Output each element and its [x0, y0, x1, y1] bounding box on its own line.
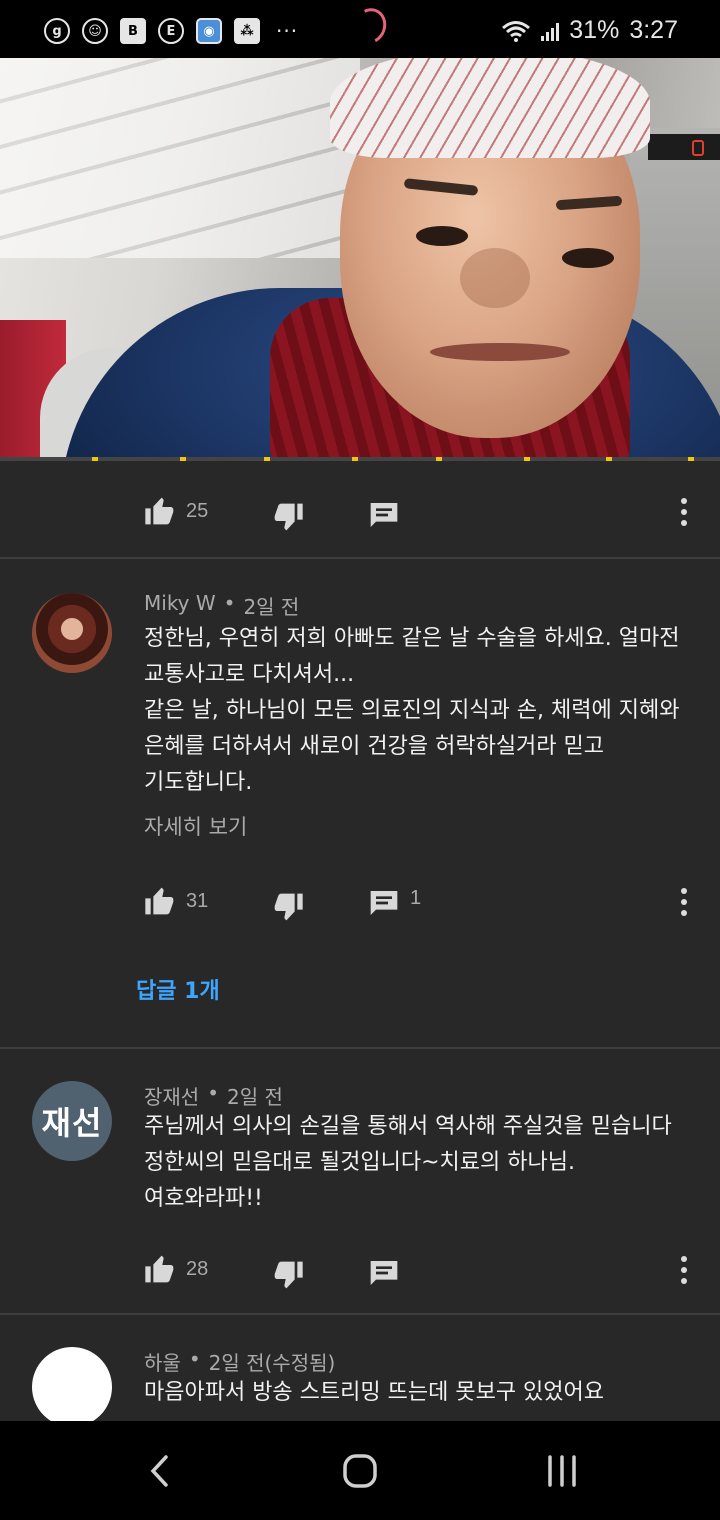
- dislike-button[interactable]: [272, 1259, 304, 1291]
- back-button[interactable]: [130, 1448, 190, 1494]
- avatar[interactable]: [32, 593, 112, 673]
- comment-icon: [370, 503, 398, 527]
- comment-text: 마음아파서 방송 스트리밍 뜨는데 못보구 있었어요: [144, 1375, 704, 1411]
- comment-thread: Miky W • 2일 전 정한님, 우연히 저희 아빠도 같은 날 수술을 하…: [0, 559, 720, 1047]
- comment-line: 정한씨의 믿음대로 될것입니다~치료의 하나님.: [144, 1150, 575, 1175]
- comment-thread: 재선 장재선 • 2일 전 주님께서 의사의 손길을 통해서 역사해 주실것을 …: [0, 1049, 720, 1313]
- status-bar: g ☺ B E ◉ ⁂ ··· 31% 3:27: [0, 0, 720, 58]
- comment-line: 교통사고로 다치셔서...: [144, 662, 355, 687]
- comment-time: 2일 전: [243, 595, 300, 619]
- comment-meta: Miky W • 2일 전: [144, 591, 299, 620]
- comment-line: 같은 날, 하나님이 모든 의료진의 지식과 손, 체력에 지혜와: [144, 698, 680, 723]
- wifi-icon: [502, 20, 531, 42]
- comment-actions: 25: [0, 487, 720, 537]
- comment-line: 은혜를 더하셔서 새로이 건강을 허락하실거라 믿고: [144, 734, 605, 759]
- comment-meta: 장재선 • 2일 전: [144, 1081, 283, 1110]
- dislike-button[interactable]: [272, 891, 304, 923]
- reply-count: 1: [410, 886, 422, 909]
- game-icon: ⁂: [234, 18, 260, 44]
- b-icon: B: [120, 18, 146, 44]
- reply-button[interactable]: 1: [368, 887, 421, 919]
- like-count: 25: [186, 499, 209, 522]
- comment-actions: 28: [0, 1245, 720, 1295]
- separator: •: [207, 1081, 219, 1105]
- video-player[interactable]: [0, 58, 720, 460]
- thumbs-up-icon: [145, 1255, 174, 1283]
- comment-actions: 31 1: [0, 877, 720, 927]
- comment-time: 2일 전(수정됨): [208, 1351, 336, 1375]
- more-options-icon[interactable]: [672, 885, 696, 919]
- comment-line: 마음아파서 방송 스트리밍 뜨는데 못보구 있었어요: [144, 1380, 605, 1405]
- comments-feed[interactable]: 25 Miky W • 2일 전 정한님, 우연히 저희 아빠도 같은 날 수술…: [0, 461, 720, 1421]
- notification-icons: g ☺ B E ◉ ⁂ ···: [44, 18, 298, 44]
- clock: 3:27: [629, 16, 678, 44]
- reply-button[interactable]: [368, 1257, 400, 1289]
- comment-line: 기도합니다.: [144, 770, 253, 795]
- battery-percent: 31%: [569, 16, 620, 44]
- comment-meta: 하울 • 2일 전(수정됨): [144, 1347, 335, 1376]
- recents-icon: [548, 1455, 576, 1487]
- like-button[interactable]: 31: [144, 885, 208, 917]
- comment-thread: 하울 • 2일 전(수정됨) 마음아파서 방송 스트리밍 뜨는데 못보구 있었어…: [0, 1315, 720, 1421]
- recents-button[interactable]: [532, 1448, 592, 1494]
- avatar[interactable]: 재선: [32, 1081, 112, 1161]
- thumbs-down-icon: [274, 503, 303, 531]
- video-elevator-display: [648, 134, 720, 160]
- more-options-icon[interactable]: [672, 1253, 696, 1287]
- thumbs-down-icon: [274, 893, 303, 921]
- comment-author[interactable]: 장재선: [144, 1081, 199, 1110]
- separator: •: [188, 1347, 201, 1371]
- more-options-icon[interactable]: [672, 495, 696, 529]
- read-more-link[interactable]: 자세히 보기: [144, 811, 247, 841]
- video-mouth: [430, 343, 570, 361]
- video-nose: [460, 248, 530, 308]
- like-button[interactable]: 28: [144, 1253, 208, 1285]
- video-eye-right: [562, 248, 614, 268]
- overflow-indicator: ···: [276, 19, 299, 43]
- view-replies-link[interactable]: 답글 1개: [136, 973, 220, 1005]
- separator: •: [223, 591, 236, 615]
- like-button[interactable]: 25: [144, 495, 208, 527]
- thumbs-down-icon: [274, 1261, 303, 1289]
- comment-text: 주님께서 의사의 손길을 통해서 역사해 주실것을 믿습니다 정한씨의 믿음대로…: [144, 1109, 704, 1217]
- like-count: 31: [186, 889, 209, 912]
- g-icon: g: [44, 18, 70, 44]
- loading-spinner-icon: [348, 3, 392, 49]
- dislike-button[interactable]: [272, 501, 304, 533]
- comment-icon: [370, 891, 398, 915]
- comment-line: 주님께서 의사의 손길을 통해서 역사해 주실것을 믿습니다: [144, 1114, 672, 1139]
- video-hat: [330, 58, 650, 158]
- like-count: 28: [186, 1257, 209, 1280]
- comment-time: 2일 전: [227, 1085, 283, 1109]
- app-icon: ☺: [82, 18, 108, 44]
- comment-text: 정한님, 우연히 저희 아빠도 같은 날 수술을 하세요. 얼마전 교통사고로 …: [144, 621, 704, 801]
- video-background: [0, 58, 360, 258]
- camera-icon: ◉: [196, 18, 222, 44]
- comment-line: 정한님, 우연히 저희 아빠도 같은 날 수술을 하세요. 얼마전: [144, 626, 680, 651]
- comment-icon: [370, 1261, 398, 1285]
- e-icon: E: [158, 18, 184, 44]
- comment-author[interactable]: Miky W: [144, 591, 216, 620]
- reply-button[interactable]: [368, 499, 400, 531]
- avatar[interactable]: [32, 1347, 112, 1421]
- comment-author[interactable]: 하울: [144, 1347, 181, 1376]
- status-right: 31% 3:27: [501, 16, 678, 45]
- back-icon: [150, 1455, 168, 1487]
- home-icon: [343, 1454, 377, 1488]
- video-eye-left: [416, 226, 468, 246]
- home-button[interactable]: [330, 1448, 390, 1494]
- thumbs-up-icon: [145, 887, 174, 915]
- comment-line: 여호와라파!!: [144, 1186, 263, 1211]
- thumbs-up-icon: [145, 497, 174, 525]
- system-navigation-bar: [0, 1422, 720, 1520]
- signal-icon: [541, 21, 560, 41]
